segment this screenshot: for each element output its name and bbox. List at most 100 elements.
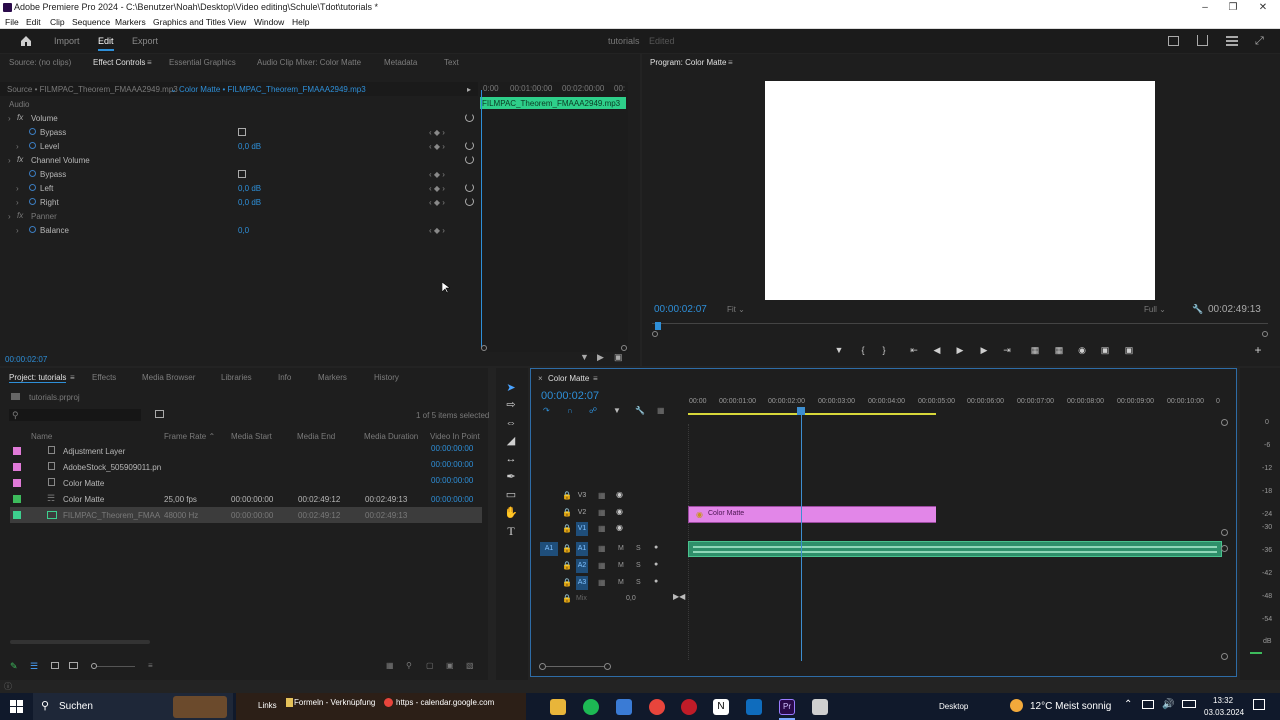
- lift-icon[interactable]: ▦: [1028, 345, 1042, 356]
- find-icon[interactable]: ⚲: [406, 661, 412, 670]
- tray-chevron-icon[interactable]: ⌃: [1124, 699, 1132, 710]
- balance-value[interactable]: 0,0: [238, 226, 249, 235]
- reset-icon[interactable]: [465, 155, 474, 164]
- premiere-taskbar-icon[interactable]: Pr: [779, 699, 795, 715]
- timeline-timecode[interactable]: 00:00:02:07: [541, 390, 599, 402]
- tab-metadata[interactable]: Metadata: [384, 58, 417, 67]
- clock-time[interactable]: 13:32: [1213, 696, 1233, 705]
- tab-export[interactable]: Export: [132, 36, 158, 46]
- sync-lock-icon[interactable]: ▦: [598, 491, 606, 500]
- lock-icon[interactable]: 🔒: [562, 524, 572, 533]
- col-media-end[interactable]: Media End: [297, 432, 335, 441]
- source-patch-a1[interactable]: A1: [540, 542, 558, 556]
- program-playhead[interactable]: [655, 322, 661, 330]
- slip-tool-icon[interactable]: ↔: [503, 452, 519, 466]
- add-marker-icon[interactable]: ▼: [832, 345, 846, 355]
- home-icon[interactable]: [20, 35, 32, 46]
- zoom-handle[interactable]: [1262, 331, 1268, 337]
- extract-icon[interactable]: ▦: [1052, 345, 1066, 356]
- clock-date[interactable]: 03.03.2024: [1204, 708, 1244, 717]
- tab-media-browser[interactable]: Media Browser: [142, 373, 195, 382]
- track-a2[interactable]: A2: [576, 559, 588, 573]
- solo-icon[interactable]: S: [636, 562, 641, 569]
- zoom-scroll-handle-right[interactable]: [604, 663, 611, 670]
- stopwatch-icon[interactable]: [29, 198, 36, 205]
- automate-icon[interactable]: ▦: [386, 661, 394, 670]
- menu-file[interactable]: File: [5, 17, 19, 27]
- go-to-out-icon[interactable]: ⇥: [1000, 345, 1014, 356]
- menu-markers[interactable]: Markers: [115, 17, 146, 27]
- fit-dropdown[interactable]: Fit ⌄: [727, 305, 745, 314]
- add-marker-icon[interactable]: ▼: [613, 406, 621, 415]
- export-frame-icon[interactable]: ▣: [614, 352, 623, 363]
- reset-icon[interactable]: [465, 113, 474, 122]
- col-media-start[interactable]: Media Start: [231, 432, 272, 441]
- effect-volume[interactable]: › fx Volume: [0, 111, 476, 125]
- track-v3[interactable]: V3: [576, 489, 588, 503]
- lock-icon[interactable]: 🔒: [562, 594, 572, 603]
- scroll-handle[interactable]: [1221, 545, 1228, 552]
- sequence-clip-dropdown[interactable]: ⌄ Color Matte • FILMPAC_Theorem_FMAAA294…: [170, 85, 366, 94]
- mute-icon[interactable]: M: [618, 579, 624, 586]
- mini-playhead[interactable]: [481, 90, 482, 348]
- spotify-icon[interactable]: [583, 699, 599, 715]
- menu-sequence[interactable]: Sequence: [72, 17, 110, 27]
- compare-view-icon[interactable]: ▣: [1098, 345, 1112, 356]
- stopwatch-icon[interactable]: [29, 184, 36, 191]
- trash-icon[interactable]: ▧: [466, 661, 474, 670]
- tab-audio-clip-mixer[interactable]: Audio Clip Mixer: Color Matte: [257, 58, 361, 67]
- tab-text[interactable]: Text: [444, 58, 459, 67]
- wrench-icon[interactable]: 🔧: [1192, 304, 1203, 315]
- freeform-view-icon[interactable]: [69, 662, 78, 669]
- add-button-icon[interactable]: +: [1251, 343, 1265, 357]
- close-icon[interactable]: ✕: [1248, 0, 1278, 15]
- solo-icon[interactable]: S: [636, 545, 641, 552]
- tab-history[interactable]: History: [374, 373, 399, 382]
- project-search-input[interactable]: ⚲: [9, 409, 141, 421]
- menu-edit[interactable]: Edit: [26, 17, 41, 27]
- quick-export-icon[interactable]: [1168, 36, 1179, 46]
- list-item[interactable]: Adjustment Layer 00:00:00:00: [10, 443, 482, 459]
- mark-in-icon[interactable]: {: [856, 345, 870, 355]
- track-v1[interactable]: V1: [576, 522, 588, 536]
- toolbar-links[interactable]: Links: [258, 701, 277, 710]
- tab-import[interactable]: Import: [54, 36, 80, 46]
- sync-lock-icon[interactable]: ▦: [598, 508, 606, 517]
- go-to-in-icon[interactable]: ⇤: [907, 345, 921, 356]
- lock-icon[interactable]: 🔒: [562, 561, 572, 570]
- track-a1[interactable]: A1: [576, 542, 588, 556]
- weather-icon[interactable]: [1010, 699, 1023, 712]
- tab-markers[interactable]: Markers: [318, 373, 347, 382]
- right-value[interactable]: 0,0 dB: [238, 198, 261, 207]
- sync-lock-icon[interactable]: ▦: [598, 524, 606, 533]
- track-a3[interactable]: A3: [576, 576, 588, 590]
- hand-tool-icon[interactable]: ✋: [503, 506, 519, 520]
- tab-source[interactable]: Source: (no clips): [9, 58, 71, 67]
- col-frame-rate[interactable]: Frame Rate ⌃: [164, 432, 215, 441]
- toolbar-formulas[interactable]: Formeln - Verknüpfung: [294, 698, 375, 707]
- tab-effects[interactable]: Effects: [92, 373, 116, 382]
- linked-selection-icon[interactable]: ☍: [589, 406, 597, 415]
- rectangle-tool-icon[interactable]: ▭: [503, 488, 519, 502]
- reset-icon[interactable]: [465, 183, 474, 192]
- timeline-settings-icon[interactable]: 🔧: [635, 406, 645, 415]
- chrome-icon[interactable]: [649, 699, 665, 715]
- network-icon[interactable]: [1142, 700, 1154, 709]
- video-preview[interactable]: [765, 81, 1155, 300]
- list-view-icon[interactable]: ☰: [30, 661, 38, 672]
- tab-edit[interactable]: Edit: [98, 36, 114, 51]
- mic-icon[interactable]: ●: [654, 544, 658, 551]
- effect-timecode[interactable]: 00:00:02:07: [5, 355, 47, 364]
- outlook-icon[interactable]: [746, 699, 762, 715]
- go-to-end-icon[interactable]: ▶◀: [673, 592, 685, 601]
- type-tool-icon[interactable]: T: [503, 524, 519, 538]
- fullscreen-icon[interactable]: ⤢: [1255, 35, 1264, 48]
- eye-icon[interactable]: ◉: [616, 523, 623, 532]
- sync-lock-icon[interactable]: ▦: [598, 578, 606, 587]
- lock-icon[interactable]: 🔒: [562, 578, 572, 587]
- filter-icon[interactable]: ▼: [580, 352, 589, 362]
- mix-value[interactable]: 0,0: [626, 595, 636, 602]
- camera-icon[interactable]: ◉: [1075, 345, 1089, 356]
- minimize-icon[interactable]: –: [1190, 0, 1220, 15]
- workspaces-menu-icon[interactable]: [1226, 36, 1238, 38]
